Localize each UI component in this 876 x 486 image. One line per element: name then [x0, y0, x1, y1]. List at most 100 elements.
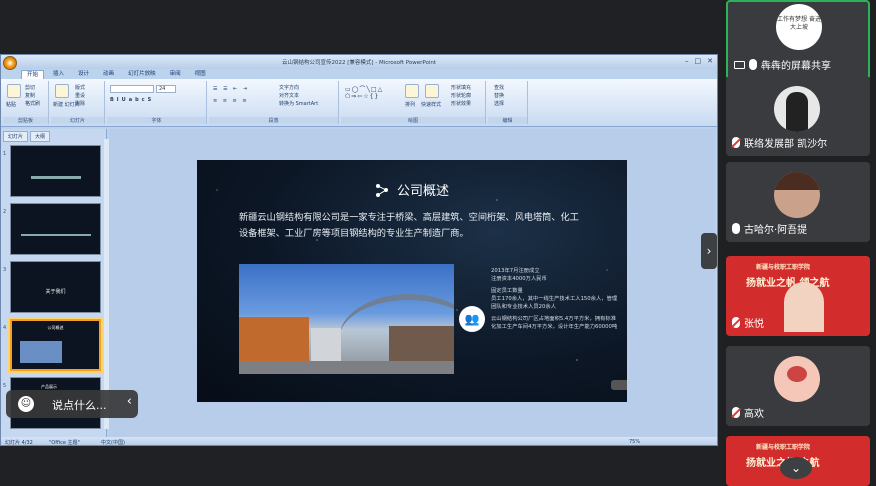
quick-styles-label: 快速样式 — [421, 102, 442, 108]
participant-tile[interactable]: 联络发展部 凯沙尔 — [726, 76, 870, 156]
company-facts: 2013年7月注册成立 注册资本4000万人民币 固定员工数量 员工170余人，… — [491, 267, 621, 335]
quick-styles-button[interactable] — [425, 84, 439, 98]
mic-icon — [749, 59, 757, 70]
format-painter-button[interactable]: 格式刷 — [25, 100, 40, 107]
window-title: 云山钢结构公司宣传2022 [兼容模式] - Microsoft PowerPo… — [281, 60, 437, 66]
tab-slideshow[interactable]: 幻灯片放映 — [123, 70, 161, 79]
cut-button[interactable]: 剪切 — [25, 84, 35, 91]
mic-icon — [732, 223, 740, 234]
shapes-gallery-row2[interactable]: ⬠⇒⇦☆{} — [345, 93, 379, 100]
banner-text: 新疆与校职工职学院 — [756, 264, 811, 271]
slide-nav-tab[interactable] — [611, 380, 627, 390]
tab-insert[interactable]: 插入 — [48, 70, 69, 79]
thumb-number: 4 — [3, 325, 7, 331]
minimize-icon[interactable]: – — [685, 57, 689, 65]
thumb-number: 1 — [3, 151, 7, 157]
font-name-select[interactable] — [110, 85, 154, 93]
find-button[interactable]: 查找 — [494, 84, 504, 91]
chat-input[interactable]: ☺ 说点什么... ‹ — [6, 390, 138, 418]
slide-thumbnail[interactable] — [10, 203, 101, 255]
participant-list: 工作有梦想 奋进大上坡 犇犇的屏幕共享 联络发展部 凯沙尔 古哈尔·阿吾提 新疆… — [722, 0, 876, 486]
meeting-window: 云山钢结构公司宣传2022 [兼容模式] - Microsoft PowerPo… — [0, 0, 876, 486]
avatar — [774, 172, 820, 218]
delete-button[interactable]: 删除 — [75, 100, 85, 107]
group-paragraph: 文字方向 对齐文本 转换为 SmartArt ☰ ☰ ⇤ ⇥ ≡ ≡ ≡ ≡ 段… — [209, 81, 339, 124]
participant-name: 高欢 — [744, 409, 764, 420]
new-slide-button[interactable] — [55, 84, 69, 98]
participant-name: 犇犇的屏幕共享 — [761, 61, 831, 72]
font-size-select[interactable]: 24 — [156, 85, 176, 93]
copy-button[interactable]: 复制 — [25, 92, 35, 99]
reset-button[interactable]: 重设 — [75, 92, 85, 99]
shared-screen: 云山钢结构公司宣传2022 [兼容模式] - Microsoft PowerPo… — [0, 54, 718, 446]
arrange-button[interactable] — [405, 84, 419, 98]
tab-home[interactable]: 开始 — [21, 70, 45, 79]
connector-icon — [375, 184, 388, 197]
group-label: 幻灯片 — [51, 117, 104, 124]
group-editing: 查找 替换 选择 编辑 — [488, 81, 528, 124]
language: 中文(中国) — [101, 440, 125, 446]
replace-button[interactable]: 替换 — [494, 92, 504, 99]
current-slide[interactable]: 公司概述 新疆云山钢结构有限公司是一家专注于桥梁、高层建筑、空间桁架、风电塔筒、… — [197, 160, 627, 402]
chevron-left-icon[interactable]: ‹ — [127, 394, 132, 409]
shape-effects-button[interactable]: 形状效果 — [451, 100, 471, 107]
paste-button[interactable] — [7, 84, 21, 98]
slide-thumbnail-selected[interactable]: 公司概述 — [10, 319, 101, 371]
group-label: 段落 — [209, 117, 338, 124]
list-buttons[interactable]: ☰ ☰ ⇤ ⇥ — [213, 86, 249, 92]
participant-name: 张悦 — [744, 319, 764, 330]
slide-body: 新疆云山钢结构有限公司是一家专注于桥梁、高层建筑、空间桁架、风电塔筒、化工设备框… — [239, 212, 579, 239]
status-bar: 幻灯片 4/32 "Office 主题" 中文(中国) 75% — [1, 437, 717, 446]
scroll-down-button[interactable]: ⌄ — [780, 457, 812, 479]
shape-outline-button[interactable]: 形状轮廓 — [451, 92, 471, 99]
select-button[interactable]: 选择 — [494, 100, 504, 107]
group-slides: 新建 幻灯片 版式 重设 删除 幻灯片 — [51, 81, 105, 124]
tab-design[interactable]: 设计 — [73, 70, 94, 79]
slide-thumbnail[interactable] — [10, 145, 101, 197]
layout-button[interactable]: 版式 — [75, 84, 85, 91]
group-clipboard: 粘贴 剪切 复制 格式刷 剪贴板 — [3, 81, 49, 124]
smartart-button[interactable]: 转换为 SmartArt — [279, 100, 318, 107]
ribbon-tabs: 开始 插入 设计 动画 幻灯片放映 审阅 视图 — [21, 70, 211, 79]
theme-name: "Office 主题" — [49, 440, 80, 446]
maximize-icon[interactable]: □ — [695, 57, 702, 65]
fact-registration: 2013年7月注册成立 注册资本4000万人民币 — [491, 268, 547, 282]
slide-count: 幻灯片 4/32 — [5, 440, 33, 446]
close-icon[interactable]: ✕ — [707, 57, 713, 65]
text-direction-button[interactable]: 文字方向 — [279, 84, 299, 91]
group-label: 绘图 — [341, 117, 485, 124]
avatar — [774, 356, 820, 402]
arrange-label: 排列 — [405, 102, 416, 108]
tab-view[interactable]: 视图 — [190, 70, 211, 79]
thumb-number: 5 — [3, 383, 7, 389]
paste-label: 粘贴 — [6, 102, 17, 108]
participant-tile[interactable]: 高欢 — [726, 346, 870, 426]
slide-canvas: 公司概述 新疆云山钢结构有限公司是一家专注于桥梁、高层建筑、空间桁架、风电塔筒、… — [109, 129, 715, 437]
participant-tile[interactable]: 古哈尔·阿吾提 — [726, 162, 870, 242]
participant-tile[interactable]: 工作有梦想 奋进大上坡 犇犇的屏幕共享 — [726, 0, 870, 80]
participant-name: 联络发展部 凯沙尔 — [744, 139, 828, 150]
ribbon: 粘贴 剪切 复制 格式刷 剪贴板 新建 幻灯片 版式 重设 删除 幻灯片 24 … — [1, 79, 717, 127]
shapes-gallery[interactable]: ▭◯⌒╲□△ — [345, 84, 383, 93]
thumb-caption: 公司概述 — [47, 325, 64, 330]
people-icon: 👥 — [459, 306, 485, 332]
zoom-level[interactable]: 75% — [629, 439, 640, 445]
thumb-number: 2 — [3, 209, 7, 215]
slide-thumbnail[interactable]: 关于我们 — [10, 261, 101, 313]
slide-title-row: 公司概述 — [197, 180, 627, 199]
align-buttons[interactable]: ≡ ≡ ≡ ≡ — [213, 98, 249, 104]
tab-review[interactable]: 审阅 — [165, 70, 186, 79]
expand-panel-button[interactable]: › — [701, 233, 717, 269]
font-format-buttons[interactable]: BIUabcS — [110, 97, 154, 103]
tab-slides[interactable]: 幻灯片 — [3, 131, 29, 142]
tab-outline[interactable]: 大纲 — [30, 131, 51, 142]
shape-fill-button[interactable]: 形状填充 — [451, 84, 471, 91]
mic-muted-icon — [732, 137, 740, 148]
smile-icon: ☺ — [18, 396, 34, 412]
participant-tile[interactable]: 新疆与校职工职学院 扬就业之帆 领之航 张悦 — [726, 256, 870, 336]
group-drawing: ▭◯⌒╲□△ ⬠⇒⇦☆{} 排列 快速样式 形状填充 形状轮廓 形状效果 绘图 — [341, 81, 486, 124]
align-text-button[interactable]: 对齐文本 — [279, 92, 299, 99]
group-label: 编辑 — [488, 117, 527, 124]
tab-animation[interactable]: 动画 — [98, 70, 119, 79]
fact-capacity: 云山钢结构公司厂区占地面积5.4万平方米，拥有标准化加工生产车间4万平方米，设计… — [491, 316, 618, 330]
